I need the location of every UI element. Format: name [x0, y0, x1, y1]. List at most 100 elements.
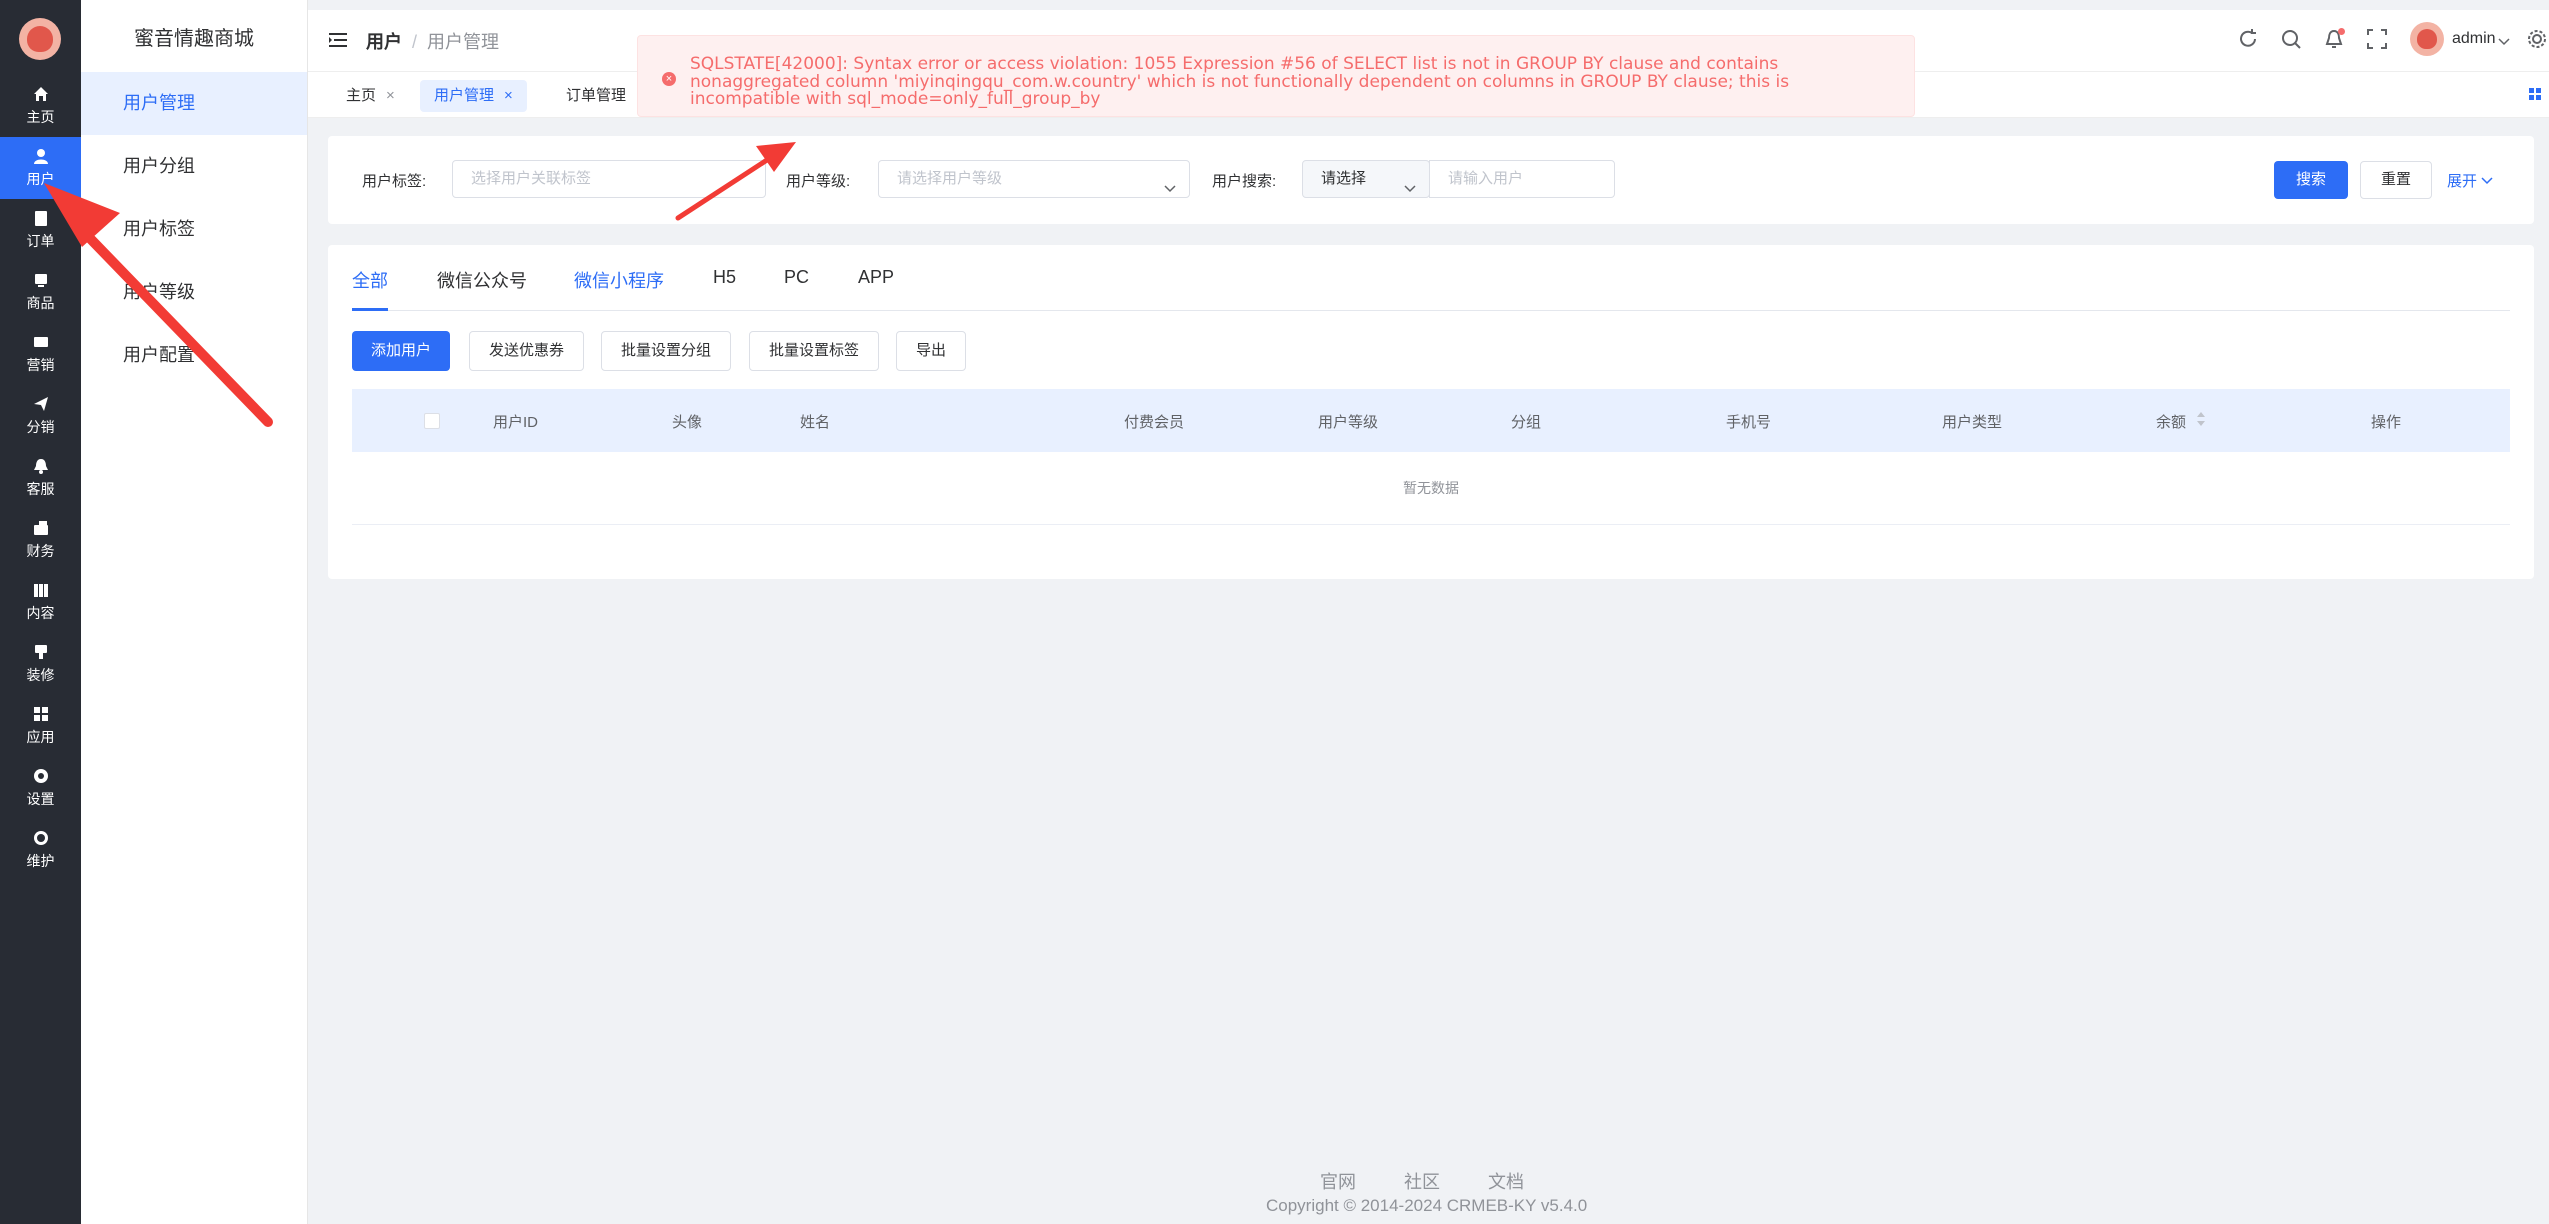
user-icon	[33, 148, 49, 164]
user-level-select[interactable]: 请选择用户等级	[878, 160, 1190, 198]
rail-item-label: 用户	[26, 170, 55, 187]
brush-icon	[33, 644, 49, 660]
rail-item-home[interactable]: 主页	[0, 75, 81, 137]
bell-icon[interactable]	[2323, 28, 2345, 50]
rail-item-maintain[interactable]: 维护	[0, 819, 81, 881]
sub-menu: 蜜音情趣商城 用户管理 用户分组 用户标签 用户等级 用户配置	[81, 0, 308, 1224]
submenu-item-user-config[interactable]: 用户配置	[81, 324, 307, 387]
user-table: 用户ID 头像 姓名 付费会员 用户等级 分组 手机号 用户类型 余额 操作 暂…	[352, 389, 2510, 525]
reset-button[interactable]: 重置	[2360, 161, 2433, 199]
user-name[interactable]: admin	[2452, 30, 2496, 48]
content-icon	[33, 582, 49, 598]
rail-item-marketing[interactable]: 营销	[0, 323, 81, 385]
avatar[interactable]	[2410, 22, 2444, 56]
sort-icon[interactable]	[2196, 409, 2206, 429]
gear-icon[interactable]	[2526, 28, 2548, 50]
rail-item-service[interactable]: 客服	[0, 447, 81, 509]
column-phone: 手机号	[1726, 414, 1772, 431]
rail-item-label: 财务	[26, 542, 55, 559]
marketing-icon	[33, 334, 49, 350]
tab-h5[interactable]: H5	[713, 267, 736, 288]
column-name: 姓名	[800, 414, 831, 431]
tab-app[interactable]: APP	[858, 267, 894, 288]
search-icon[interactable]	[2280, 28, 2302, 50]
close-icon[interactable]: ×	[386, 87, 395, 104]
grid-icon[interactable]	[2527, 86, 2543, 102]
tab-all[interactable]: 全部	[352, 267, 388, 293]
menu-toggle-icon[interactable]	[328, 30, 348, 50]
footer-link-docs[interactable]: 文档	[1488, 1172, 1524, 1192]
select-all-checkbox[interactable]	[424, 413, 440, 429]
send-icon	[33, 396, 49, 412]
breadcrumb-root[interactable]: 用户	[366, 32, 402, 52]
send-coupon-button[interactable]: 发送优惠券	[469, 331, 585, 371]
column-balance[interactable]: 余额	[2156, 411, 2186, 432]
submenu-item-user-manage[interactable]: 用户管理	[81, 72, 307, 135]
expand-label: 展开	[2447, 173, 2478, 190]
error-message: × SQLSTATE[42000]: Syntax error or acces…	[637, 35, 1915, 117]
page-tab-order-manage[interactable]: 订单管理	[552, 80, 640, 112]
search-type-select[interactable]: 请选择	[1302, 160, 1430, 198]
page-tab-user-manage[interactable]: 用户管理 ×	[420, 80, 527, 112]
column-group: 分组	[1511, 414, 1542, 431]
page-tab-label: 用户管理	[434, 87, 495, 104]
active-tab-indicator	[352, 308, 388, 311]
empty-state: 暂无数据	[352, 452, 2510, 525]
tab-wechat-mini[interactable]: 微信小程序	[574, 267, 664, 293]
user-tag-label: 用户标签:	[362, 173, 427, 190]
home-icon	[33, 86, 49, 102]
add-user-button[interactable]: 添加用户	[352, 331, 451, 371]
page-tab-label: 主页	[346, 87, 377, 104]
chevron-down-icon[interactable]	[2498, 34, 2510, 46]
column-user-type: 用户类型	[1942, 414, 2003, 431]
column-paid-member: 付费会员	[1124, 414, 1185, 431]
expand-link[interactable]: 展开	[2447, 170, 2493, 191]
rail-item-label: 分销	[26, 418, 55, 435]
error-icon: ×	[662, 72, 676, 86]
tab-pc[interactable]: PC	[784, 267, 809, 288]
footer-link-community[interactable]: 社区	[1404, 1172, 1440, 1192]
breadcrumb-separator: /	[412, 32, 418, 52]
search-input[interactable]: 请输入用户	[1429, 160, 1615, 198]
rail-item-apps[interactable]: 应用	[0, 695, 81, 757]
maintain-icon	[33, 830, 49, 846]
column-user-level: 用户等级	[1318, 414, 1379, 431]
page-tab-home[interactable]: 主页 ×	[332, 80, 409, 112]
rail-item-goods[interactable]: 商品	[0, 261, 81, 323]
refresh-icon[interactable]	[2237, 28, 2259, 50]
rail-item-label: 装修	[26, 666, 55, 683]
rail-item-order[interactable]: 订单	[0, 199, 81, 261]
tab-wechat-official[interactable]: 微信公众号	[437, 267, 527, 293]
rail-item-label: 设置	[26, 790, 55, 807]
footer-links: 官网 社区 文档	[1320, 1168, 1572, 1194]
rail-item-label: 营销	[26, 356, 55, 373]
fullscreen-icon[interactable]	[2366, 28, 2388, 50]
rail-item-settings[interactable]: 设置	[0, 757, 81, 819]
rail-item-content[interactable]: 内容	[0, 571, 81, 633]
rail-item-decoration[interactable]: 装修	[0, 633, 81, 695]
rail-item-label: 客服	[26, 480, 55, 497]
rail-item-user[interactable]: 用户	[0, 137, 81, 199]
submenu-item-user-level[interactable]: 用户等级	[81, 261, 307, 324]
batch-group-button[interactable]: 批量设置分组	[601, 331, 732, 371]
column-avatar: 头像	[672, 414, 703, 431]
rail-item-finance[interactable]: 财务	[0, 509, 81, 571]
order-icon	[33, 210, 49, 226]
user-level-label: 用户等级:	[786, 173, 851, 190]
batch-tag-button[interactable]: 批量设置标签	[749, 331, 880, 371]
bell-icon	[33, 458, 49, 474]
rail-item-distribution[interactable]: 分销	[0, 385, 81, 447]
export-button[interactable]: 导出	[896, 331, 967, 371]
gear-icon	[33, 768, 49, 784]
page-tab-label: 订单管理	[566, 87, 627, 104]
submenu-item-user-group[interactable]: 用户分组	[81, 135, 307, 198]
submenu-item-user-tag[interactable]: 用户标签	[81, 198, 307, 261]
close-icon[interactable]: ×	[504, 87, 513, 104]
channel-tabs: 全部 微信公众号 微信小程序 H5 PC APP	[352, 245, 2510, 311]
search-button[interactable]: 搜索	[2274, 161, 2349, 199]
finance-icon	[33, 520, 49, 536]
filter-panel: 用户标签: 选择用户关联标签 用户等级: 请选择用户等级 用户搜索: 请选择 请…	[328, 136, 2534, 224]
footer-link-official[interactable]: 官网	[1320, 1172, 1356, 1192]
app-logo[interactable]	[19, 18, 61, 60]
user-tag-select[interactable]: 选择用户关联标签	[452, 160, 766, 198]
